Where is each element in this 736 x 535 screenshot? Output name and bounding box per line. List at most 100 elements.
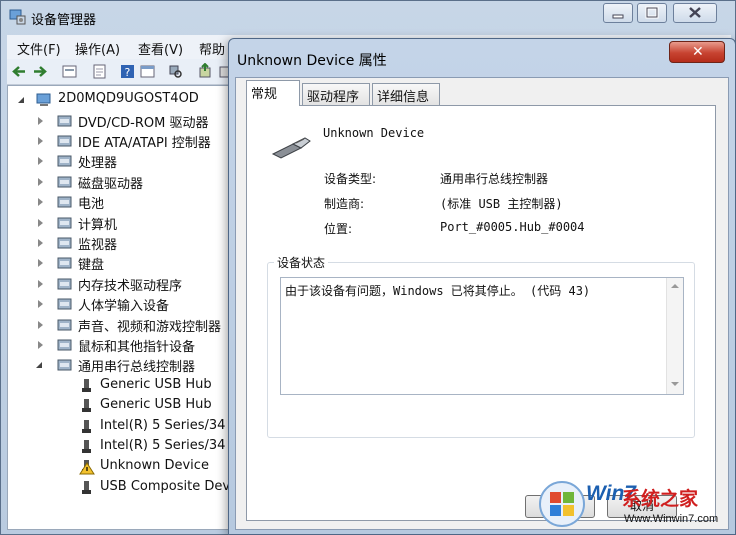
usb-plug-icon xyxy=(82,439,91,453)
computer-icon xyxy=(57,217,72,228)
device-type-label: 设备类型: xyxy=(324,172,377,186)
tab-details[interactable]: 详细信息 xyxy=(372,83,440,105)
tree-device-unknown[interactable]: Unknown Device xyxy=(78,457,238,477)
dialog-close-button[interactable]: ✕ xyxy=(669,41,725,63)
tree-device-label: USB Composite Dev xyxy=(100,478,231,494)
tree-category[interactable]: 鼠标和其他指针设备 xyxy=(34,335,234,355)
update-driver-icon[interactable] xyxy=(197,63,214,80)
tree-category[interactable]: 键盘 xyxy=(34,253,234,273)
tab-driver[interactable]: 驱动程序 xyxy=(302,83,370,105)
expand-arrow-icon[interactable] xyxy=(38,116,43,125)
dialog-title: Unknown Device 属性 xyxy=(237,53,387,69)
tree-device[interactable]: Intel(R) 5 Series/34 xyxy=(78,417,238,437)
battery-icon xyxy=(57,196,72,208)
expand-arrow-icon[interactable] xyxy=(38,177,43,186)
computer-name: 2D0MQD9UGOST4OD xyxy=(58,91,199,106)
status-scrollbar[interactable] xyxy=(666,278,683,394)
tree-device[interactable]: USB Composite Dev xyxy=(78,478,238,498)
tree-device-label: Generic USB Hub xyxy=(100,397,212,413)
device-status-textbox[interactable]: 由于该设备有问题，Windows 已将其停止。 (代码 43) xyxy=(280,277,684,395)
dialog-body: 常规 驱动程序 详细信息 Unknown Device 设备类型: 通用串行总线… xyxy=(235,77,729,530)
close-icon: ✕ xyxy=(692,44,704,60)
tree-root[interactable]: 2D0MQD9UGOST4OD xyxy=(14,90,234,110)
memory-device-icon xyxy=(57,278,72,290)
document-icon[interactable] xyxy=(91,63,108,80)
watermark-site: 系统之家 xyxy=(622,488,699,510)
maximize-button[interactable] xyxy=(637,3,667,23)
forward-arrow-icon[interactable] xyxy=(31,63,48,80)
expand-arrow-icon[interactable] xyxy=(38,238,43,247)
tree-category-label: 电池 xyxy=(78,197,105,213)
menu-file[interactable]: 文件(F) xyxy=(17,39,61,58)
computer-icon xyxy=(36,93,51,106)
usb-device-icon xyxy=(271,137,311,159)
tree-category[interactable]: 人体学输入设备 xyxy=(34,294,234,314)
tree-category-label: DVD/CD-ROM 驱动器 xyxy=(78,115,209,131)
expand-arrow-icon[interactable] xyxy=(38,157,43,166)
tree-category-label: 处理器 xyxy=(78,156,118,172)
manufacturer-value: (标准 USB 主控制器) xyxy=(440,197,563,211)
scroll-up-icon[interactable] xyxy=(671,284,679,288)
tree-category[interactable]: 处理器 xyxy=(34,151,234,171)
tree-device-label: Unknown Device xyxy=(100,458,209,474)
location-label: 位置: xyxy=(324,222,353,236)
tree-category[interactable]: DVD/CD-ROM 驱动器 xyxy=(34,111,234,131)
tree-category[interactable]: 监视器 xyxy=(34,233,234,253)
expand-arrow-icon[interactable] xyxy=(38,300,43,309)
device-type-value: 通用串行总线控制器 xyxy=(440,172,549,186)
expand-arrow-icon[interactable] xyxy=(38,259,43,268)
tree-category-label: 内存技术驱动程序 xyxy=(78,278,183,294)
expand-arrow-icon[interactable] xyxy=(38,320,43,329)
sound-icon xyxy=(57,319,72,330)
menu-action[interactable]: 操作(A) xyxy=(75,39,120,58)
tree-category[interactable]: 声音、视频和游戏控制器 xyxy=(34,315,234,335)
help-icon[interactable]: ? xyxy=(119,63,136,80)
scroll-down-icon[interactable] xyxy=(671,382,679,386)
tab-general[interactable]: 常规 xyxy=(246,80,300,106)
usb-plug-icon xyxy=(82,419,91,433)
keyboard-icon xyxy=(57,257,72,269)
title-bar[interactable]: 设备管理器 xyxy=(1,1,736,35)
tree-device[interactable]: Intel(R) 5 Series/34 xyxy=(78,437,238,457)
tree-device[interactable]: Generic USB Hub xyxy=(78,376,238,396)
tree-category[interactable]: 电池 xyxy=(34,192,234,212)
tree-category-label: 鼠标和其他指针设备 xyxy=(78,339,196,355)
tree-category[interactable]: 通用串行总线控制器 xyxy=(34,355,234,375)
device-name: Unknown Device xyxy=(323,126,425,140)
tree-category[interactable]: 磁盘驱动器 xyxy=(34,172,234,192)
location-value: Port_#0005.Hub_#0004 xyxy=(440,220,585,234)
device-status-text: 由于该设备有问题，Windows 已将其停止。 (代码 43) xyxy=(285,284,591,298)
dvd-drive-icon xyxy=(57,115,72,126)
processor-icon xyxy=(57,155,72,167)
disk-drive-icon xyxy=(57,176,72,188)
properties-view-icon[interactable] xyxy=(61,63,78,80)
collapse-arrow-icon[interactable] xyxy=(36,362,42,369)
expand-arrow-icon[interactable] xyxy=(38,218,43,227)
tree-category-label: 监视器 xyxy=(78,237,118,253)
tree-device[interactable]: Generic USB Hub xyxy=(78,396,238,416)
console-icon[interactable] xyxy=(139,63,156,80)
scan-hardware-icon[interactable] xyxy=(167,63,184,80)
expand-arrow-icon[interactable] xyxy=(38,198,43,207)
close-button[interactable] xyxy=(673,3,717,23)
window-title: 设备管理器 xyxy=(31,13,97,28)
tree-category-label: 人体学输入设备 xyxy=(78,299,170,315)
tree-category[interactable]: 内存技术驱动程序 xyxy=(34,274,234,294)
tree-category-label: 计算机 xyxy=(78,217,118,233)
tree-category[interactable]: IDE ATA/ATAPI 控制器 xyxy=(34,131,234,151)
maximize-icon xyxy=(645,6,659,19)
monitor-icon xyxy=(57,237,72,249)
expand-arrow-icon[interactable] xyxy=(38,340,43,349)
minimize-button[interactable] xyxy=(603,3,633,23)
expand-arrow-icon[interactable] xyxy=(38,279,43,288)
collapse-arrow-icon[interactable] xyxy=(18,97,24,103)
expand-arrow-icon[interactable] xyxy=(38,136,43,145)
back-arrow-icon[interactable] xyxy=(11,63,28,80)
tree-category[interactable]: 计算机 xyxy=(34,213,234,233)
properties-dialog: Unknown Device 属性 ✕ 常规 驱动程序 详细信息 Unknown… xyxy=(228,38,736,535)
tree-device-label: Intel(R) 5 Series/34 xyxy=(100,417,226,433)
watermark: Win7 系统之家 Www.Winwin7.com xyxy=(538,478,734,533)
menu-view[interactable]: 查看(V) xyxy=(138,39,183,58)
menu-help[interactable]: 帮助 xyxy=(199,39,225,58)
tree-category-label: 磁盘驱动器 xyxy=(78,176,144,192)
